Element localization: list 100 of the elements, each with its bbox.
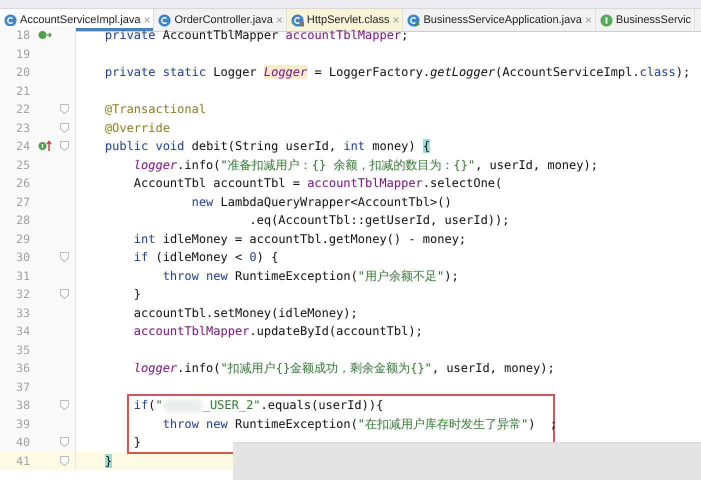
line-number: 25 [15,158,30,172]
fold-icon[interactable] [60,289,69,300]
fold-icon[interactable] [60,252,69,262]
code-text: ); [444,268,459,282]
code-text: .info( [177,361,221,375]
line-number: 18 [15,28,30,42]
line-number: 19 [15,46,30,61]
code-text: ) { [256,250,278,264]
highlighted-field: Logger [264,65,308,79]
number-literal: 0 [249,250,257,264]
code-text: .selectOne( [422,176,502,190]
code-text: } [134,435,142,449]
code-text: idleMoney = accountTbl.getMoney() - money; [162,232,466,246]
method-name: getLogger [430,65,496,79]
line-number: 26 [15,176,30,190]
code-text: .info( [177,158,221,172]
line-number: 23 [15,120,30,135]
field-name: accountTblMapper [134,324,250,338]
line-number: 24 [15,139,30,154]
keyword: new [192,194,214,208]
code-text: money) [372,139,417,153]
line-number: 36 [15,361,30,376]
line-number: 32 [15,287,30,302]
line-number: 30 [15,250,30,264]
fold-icon[interactable] [60,437,69,448]
line-number: 27 [15,194,30,209]
editor-tab[interactable]: BusinessServiceApplication.java × [403,9,596,31]
line-number: 22 [15,102,30,116]
code-text: (AccountServiceImpl. [495,65,640,79]
line-number: 21 [15,84,30,98]
keyword: public void [104,139,184,153]
line-number: 40 [15,435,30,450]
class-icon [158,14,172,26]
line-number: 38 [15,398,30,412]
annotation: @Transactional [104,102,206,116]
annotation: @Override [104,120,170,134]
string-literal: "扣减用户{}金额成功，剩余金额为{}" [220,361,432,375]
code-text: LambdaQueryWrapper<AccountTbl>() [220,194,452,208]
line-number: 37 [15,380,30,394]
code-text: ; [401,28,408,42]
fold-icon[interactable] [60,456,69,466]
field-name: accountTblMapper [286,28,402,42]
keyword: class [640,65,676,79]
code-text: ) ; [528,416,558,430]
code-text: RuntimeException( [234,268,358,282]
line-number: 41 [15,454,30,468]
keyword: int [134,232,156,246]
string-literal: _USER_2" [202,398,261,412]
keyword: private static [104,65,206,79]
line-number: 20 [15,65,30,80]
code-text: ); [676,65,690,79]
code-text: AccountTbl accountTbl = [134,176,301,190]
fold-icon[interactable] [60,400,69,410]
keyword: if [134,250,148,264]
fold-icon[interactable] [60,141,69,152]
code-text: .eq(AccountTbl::getUserId, userId)); [249,213,510,227]
string-literal: "用户余额不足" [358,268,444,282]
code-text: .equals(userId)){ [260,398,384,412]
field-name: accountTblMapper [307,176,423,190]
editor-tab[interactable]: BusinessServic [596,9,696,31]
editor-tab[interactable]: OrderController.java × [154,9,287,31]
override-icon[interactable] [38,140,52,152]
matched-brace: } [104,454,112,468]
code-text: .updateById(accountTbl); [249,324,423,338]
code-text: = LoggerFactory. [314,65,430,79]
keyword: if [134,398,148,412]
line-number: 28 [15,213,30,228]
bean-icon[interactable] [38,29,52,42]
string-literal: " [155,398,163,412]
code-text: debit(String userId, [192,139,338,153]
string-literal: "准备扣减用户：{} 余额，扣减的数目为：{}" [220,158,476,172]
code-text: , userId, money); [432,361,555,375]
class-icon [407,14,420,26]
line-number: 39 [15,416,30,431]
line-number: 34 [15,324,30,338]
matched-brace: { [422,139,430,153]
code-text: (idleMoney < [155,250,244,264]
line-number: 29 [15,232,30,246]
line-number: 31 [15,268,30,283]
class-icon [290,14,304,26]
code-text: } [134,287,142,301]
keyword: throw new [162,416,228,430]
field-name: logger [134,361,178,375]
code-text: , userId, money); [475,158,598,172]
editor-tab[interactable]: HttpServlet.class × [286,9,404,31]
code-text: accountTbl.setMoney(idleMoney); [134,306,358,320]
string-literal: "在扣减用户库存时发生了异常" [358,416,528,430]
code-text: RuntimeException( [234,416,358,430]
code-text: AccountTblMapper [162,28,280,42]
fold-icon[interactable] [60,122,69,133]
keyword: int [343,139,366,153]
line-number: 35 [15,342,30,357]
keyword: throw new [162,268,228,282]
field-name: logger [134,158,178,172]
interface-icon [600,14,613,26]
line-number: 33 [15,306,30,320]
fold-icon[interactable] [60,104,69,114]
code-text: Logger [213,65,258,79]
code-text: ( [148,398,156,412]
keyword: private [104,28,156,42]
